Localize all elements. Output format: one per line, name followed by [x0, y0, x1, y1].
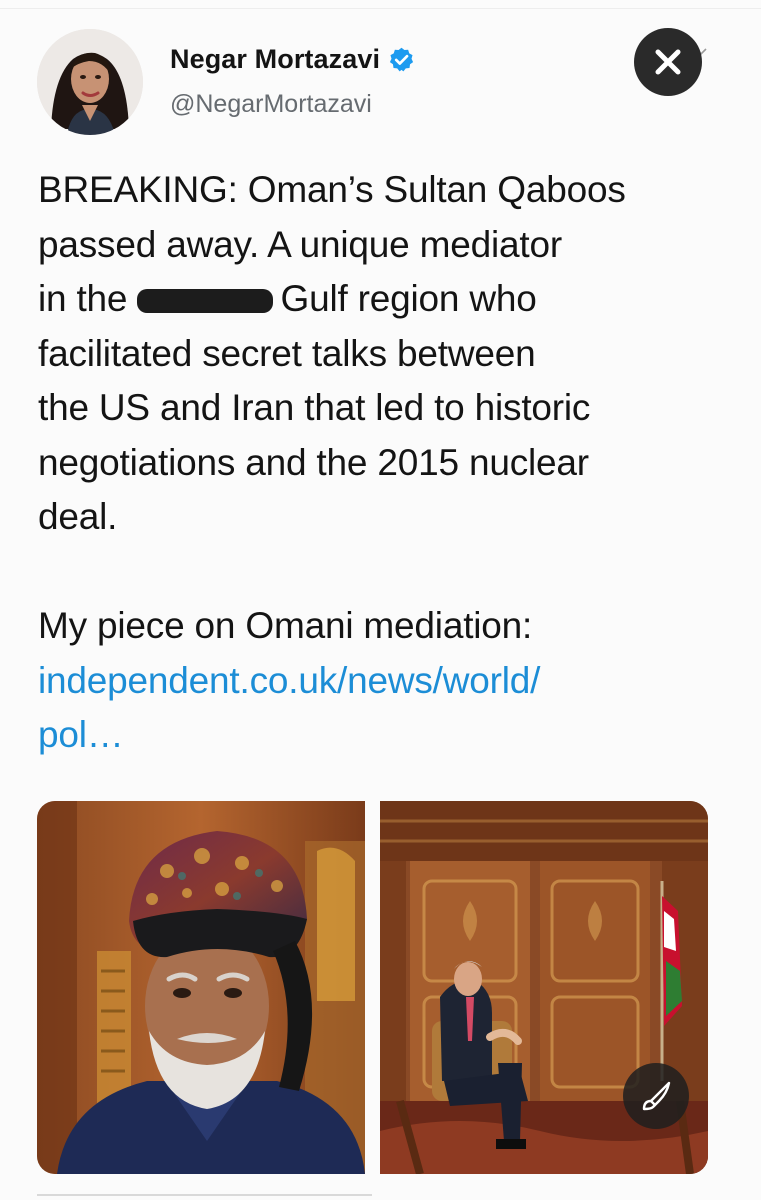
- top-divider: [0, 8, 761, 9]
- media-gallery: [37, 801, 708, 1174]
- close-button[interactable]: [634, 28, 702, 96]
- tweet-text: BREAKING: Oman’s Sultan Qaboos passed aw…: [38, 163, 728, 763]
- tweet-line: deal.: [38, 496, 118, 537]
- edit-media-button[interactable]: [623, 1063, 689, 1129]
- tweet-line: negotiations and the 2015 nuclear: [38, 441, 589, 483]
- photo-sultan-qaboos[interactable]: [37, 801, 365, 1174]
- author-name-row[interactable]: Negar Mortazavi: [170, 42, 415, 76]
- sultan-portrait: [37, 801, 365, 1174]
- tweet-line: the US and Iran that led to historic: [38, 387, 591, 428]
- author-display-name[interactable]: Negar Mortazavi: [170, 44, 380, 75]
- article-link[interactable]: independent.co.uk/news/world/: [38, 654, 728, 709]
- redaction-mark: [137, 289, 274, 313]
- paintbrush-icon: [642, 1081, 671, 1111]
- bottom-divider: [37, 1194, 372, 1196]
- verified-badge-icon: [389, 47, 414, 71]
- author-handle[interactable]: @NegarMortazavi: [170, 90, 372, 119]
- tweet-line-prefix: in the: [38, 278, 138, 319]
- article-link-continued[interactable]: pol…: [38, 708, 728, 763]
- avatar[interactable]: [37, 29, 143, 135]
- profile-photo: [37, 29, 143, 135]
- tweet-line-redacted: in the Gulf region who: [38, 272, 728, 327]
- tweet-line-suffix: Gulf region who: [270, 278, 537, 319]
- tweet-line: passed away. A unique mediator: [38, 223, 562, 265]
- tweet-line: facilitated secret talks between: [38, 332, 536, 374]
- piece-intro: My piece on Omani mediation:: [38, 605, 533, 646]
- close-icon: [655, 49, 681, 75]
- tweet-line: BREAKING: Oman’s Sultan Qaboos: [38, 169, 626, 210]
